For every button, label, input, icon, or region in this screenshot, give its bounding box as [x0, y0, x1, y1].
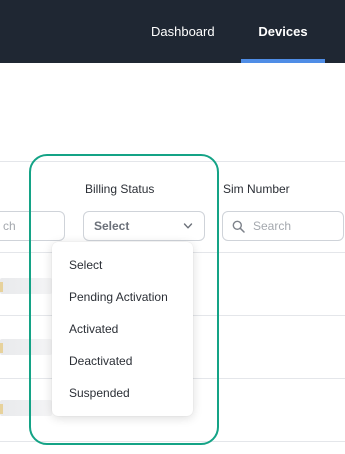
billing-status-dropdown-menu: Select Pending Activation Activated Deac…: [52, 242, 193, 416]
search-placeholder: ch: [3, 219, 16, 233]
sim-number-search-input[interactable]: [253, 217, 338, 235]
billing-status-select[interactable]: Select: [83, 211, 205, 241]
active-tab-indicator: [241, 59, 325, 63]
blurred-cell: [0, 278, 52, 294]
sim-number-search-field[interactable]: [222, 211, 344, 241]
row-divider: [0, 441, 345, 442]
table-top-divider: [0, 161, 345, 162]
dropdown-option-activated[interactable]: Activated: [69, 322, 118, 336]
top-nav-bar: Dashboard Devices: [0, 0, 345, 63]
blurred-cell-marker: [0, 404, 3, 414]
column-header-sim-number[interactable]: Sim Number: [223, 182, 290, 196]
previous-column-search-input[interactable]: ch: [0, 211, 65, 241]
blurred-cell: [0, 339, 52, 355]
tab-dashboard[interactable]: Dashboard: [151, 0, 215, 63]
blurred-cell-marker: [0, 343, 3, 353]
dropdown-option-deactivated[interactable]: Deactivated: [69, 354, 132, 368]
dropdown-option-suspended[interactable]: Suspended: [69, 386, 130, 400]
page: Dashboard Devices Billing Status Sim Num…: [0, 0, 345, 454]
column-header-billing-status[interactable]: Billing Status: [85, 182, 154, 196]
dropdown-option-select[interactable]: Select: [69, 258, 102, 272]
search-icon: [232, 220, 245, 233]
blurred-cell-marker: [0, 282, 3, 292]
blurred-cell: [0, 400, 52, 416]
chevron-down-icon: [183, 223, 193, 229]
tab-devices[interactable]: Devices: [241, 0, 325, 63]
dropdown-option-pending-activation[interactable]: Pending Activation: [69, 290, 168, 304]
billing-status-selected-value: Select: [94, 219, 130, 233]
